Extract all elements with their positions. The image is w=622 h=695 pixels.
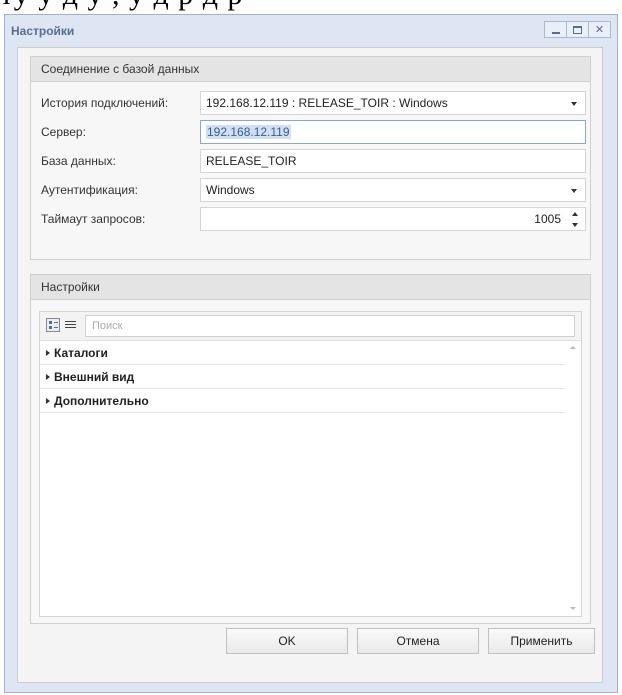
- auth-dropdown[interactable]: Windows: [200, 178, 586, 202]
- spin-up-icon[interactable]: [572, 212, 578, 216]
- database-label: База данных:: [41, 154, 116, 168]
- categorized-view-icon[interactable]: [46, 318, 60, 332]
- expand-arrow-icon[interactable]: [46, 398, 50, 404]
- minimize-button[interactable]: [544, 21, 567, 38]
- history-row: История подключений: 192.168.12.119 : RE…: [41, 91, 586, 115]
- settings-group: Настройки Поиск Каталоги Внешний вид Доп…: [30, 274, 591, 624]
- window-controls: ✕: [544, 21, 611, 38]
- timeout-label: Таймаут запросов:: [41, 212, 146, 226]
- server-label: Сервер:: [41, 125, 86, 139]
- property-grid-toolbar: Поиск: [40, 312, 581, 341]
- auth-value: Windows: [206, 183, 255, 197]
- vertical-scrollbar[interactable]: [566, 342, 580, 614]
- connection-group: Соединение с базой данных История подклю…: [30, 56, 591, 260]
- category-label: Внешний вид: [54, 370, 135, 384]
- database-input[interactable]: RELEASE_TOIR: [200, 149, 586, 173]
- category-label: Каталоги: [54, 346, 108, 360]
- auth-label: Аутентификация:: [41, 183, 138, 197]
- background-document-fragment: ту у д у , у д р д р: [0, 0, 622, 14]
- history-dropdown[interactable]: 192.168.12.119 : RELEASE_TOIR : Windows: [200, 91, 586, 115]
- connection-group-header: Соединение с базой данных: [31, 57, 590, 82]
- scroll-up-icon[interactable]: [570, 346, 576, 349]
- maximize-button[interactable]: [566, 21, 589, 38]
- background-text: ту у д у , у д р д р: [0, 0, 622, 12]
- close-icon: ✕: [594, 24, 605, 36]
- history-label: История подключений:: [41, 96, 169, 110]
- ok-button[interactable]: OK: [226, 628, 348, 654]
- timeout-stepper[interactable]: 1005: [200, 207, 586, 231]
- category-label: Дополнительно: [54, 394, 149, 408]
- history-value: 192.168.12.119 : RELEASE_TOIR : Windows: [206, 96, 448, 110]
- server-input[interactable]: 192.168.12.119: [200, 120, 586, 144]
- settings-window: Настройки ✕ Соединение с базой данных Ис…: [4, 14, 618, 693]
- spin-down-icon[interactable]: [572, 223, 578, 227]
- property-grid: Поиск Каталоги Внешний вид Дополнительно: [39, 311, 582, 617]
- database-row: База данных: RELEASE_TOIR: [41, 149, 586, 173]
- settings-group-header: Настройки: [31, 275, 590, 300]
- list-view-icon[interactable]: [64, 318, 78, 332]
- expand-arrow-icon[interactable]: [46, 374, 50, 380]
- database-value: RELEASE_TOIR: [206, 154, 297, 168]
- expand-arrow-icon[interactable]: [46, 350, 50, 356]
- category-row-additional[interactable]: Дополнительно: [40, 389, 565, 413]
- cancel-button[interactable]: Отмена: [357, 628, 479, 654]
- server-row: Сервер: 192.168.12.119: [41, 120, 586, 144]
- category-row-catalogs[interactable]: Каталоги: [40, 341, 565, 365]
- timeout-row: Таймаут запросов: 1005: [41, 207, 586, 231]
- scroll-down-icon[interactable]: [570, 607, 576, 610]
- search-input[interactable]: Поиск: [85, 315, 575, 337]
- auth-row: Аутентификация: Windows: [41, 178, 586, 202]
- title-bar: Настройки ✕: [5, 15, 617, 45]
- window-title: Настройки: [11, 24, 75, 38]
- apply-button[interactable]: Применить: [488, 628, 595, 654]
- chevron-down-icon[interactable]: [571, 189, 577, 193]
- category-row-appearance[interactable]: Внешний вид: [40, 365, 565, 389]
- server-value: 192.168.12.119: [206, 125, 291, 139]
- chevron-down-icon[interactable]: [571, 102, 577, 106]
- spin-arrows-icon[interactable]: [572, 212, 579, 227]
- dialog-client-area: Соединение с базой данных История подклю…: [17, 47, 603, 683]
- timeout-value: 1005: [534, 212, 561, 226]
- close-button[interactable]: ✕: [588, 21, 611, 38]
